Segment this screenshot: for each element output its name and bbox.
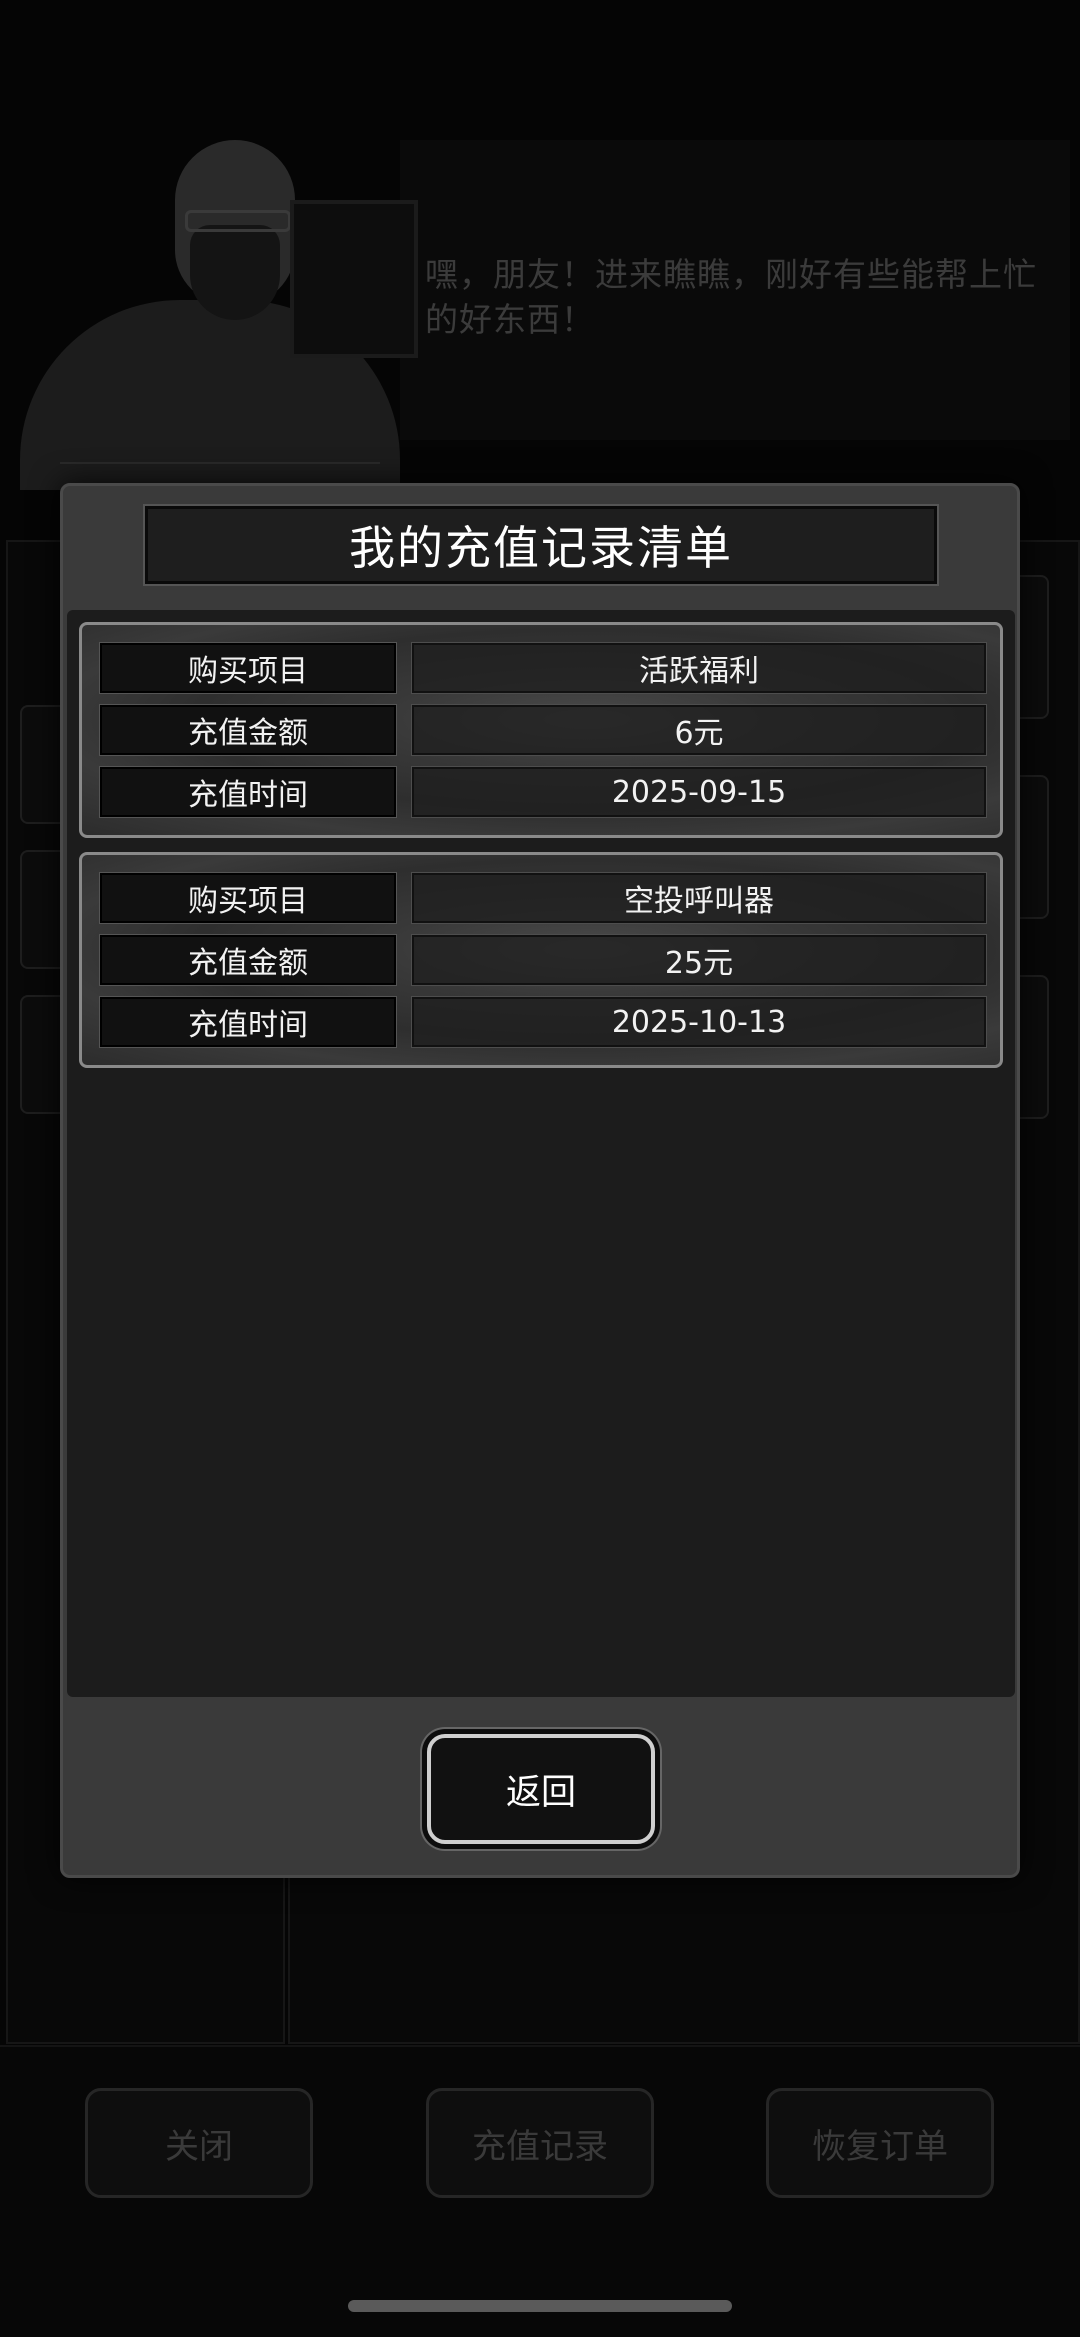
- back-button[interactable]: 返回: [427, 1734, 655, 1844]
- record-card: 购买项目 空投呼叫器 充值金额 25元 充值时间 2025-10-13: [79, 852, 1003, 1068]
- restore-orders-button[interactable]: 恢复订单: [766, 2088, 994, 2198]
- amount-label: 充值金额: [99, 704, 397, 756]
- npc-beard: [190, 225, 280, 320]
- home-indicator[interactable]: [348, 2300, 732, 2312]
- shop-screen: 嘿，朋友！进来瞧瞧，刚好有些能帮上忙的好东西！ 关闭 充值记录 恢复订单 我的充…: [0, 0, 1080, 2337]
- item-label: 购买项目: [99, 872, 397, 924]
- time-label: 充值时间: [99, 996, 397, 1048]
- time-label: 充值时间: [99, 766, 397, 818]
- npc-dialogue-text: 嘿，朋友！进来瞧瞧，刚好有些能帮上忙的好东西！: [425, 255, 1037, 339]
- close-button[interactable]: 关闭: [85, 2088, 313, 2198]
- amount-value: 6元: [411, 704, 987, 756]
- item-label: 购买项目: [99, 642, 397, 694]
- item-value: 活跃福利: [411, 642, 987, 694]
- record-row: 充值时间 2025-09-15: [99, 766, 987, 818]
- dialog-title: 我的充值记录清单: [349, 521, 733, 575]
- item-value: 空投呼叫器: [411, 872, 987, 924]
- recharge-history-button[interactable]: 充值记录: [426, 2088, 654, 2198]
- record-card: 购买项目 活跃福利 充值金额 6元 充值时间 2025-09-15: [79, 622, 1003, 838]
- records-list[interactable]: 购买项目 活跃福利 充值金额 6元 充值时间 2025-09-15 购买项目 空…: [67, 610, 1015, 1697]
- time-value: 2025-10-13: [411, 996, 987, 1048]
- record-row: 购买项目 空投呼叫器: [99, 872, 987, 924]
- time-value: 2025-09-15: [411, 766, 987, 818]
- recharge-history-dialog: 我的充值记录清单 购买项目 活跃福利 充值金额 6元 充值时间 2025-09-…: [60, 483, 1020, 1878]
- dialog-title-bar: 我的充值记录清单: [143, 504, 939, 586]
- record-row: 充值金额 25元: [99, 934, 987, 986]
- background-window: [290, 200, 418, 358]
- record-row: 充值时间 2025-10-13: [99, 996, 987, 1048]
- amount-value: 25元: [411, 934, 987, 986]
- npc-glasses: [185, 210, 291, 232]
- record-row: 购买项目 活跃福利: [99, 642, 987, 694]
- amount-label: 充值金额: [99, 934, 397, 986]
- record-row: 充值金额 6元: [99, 704, 987, 756]
